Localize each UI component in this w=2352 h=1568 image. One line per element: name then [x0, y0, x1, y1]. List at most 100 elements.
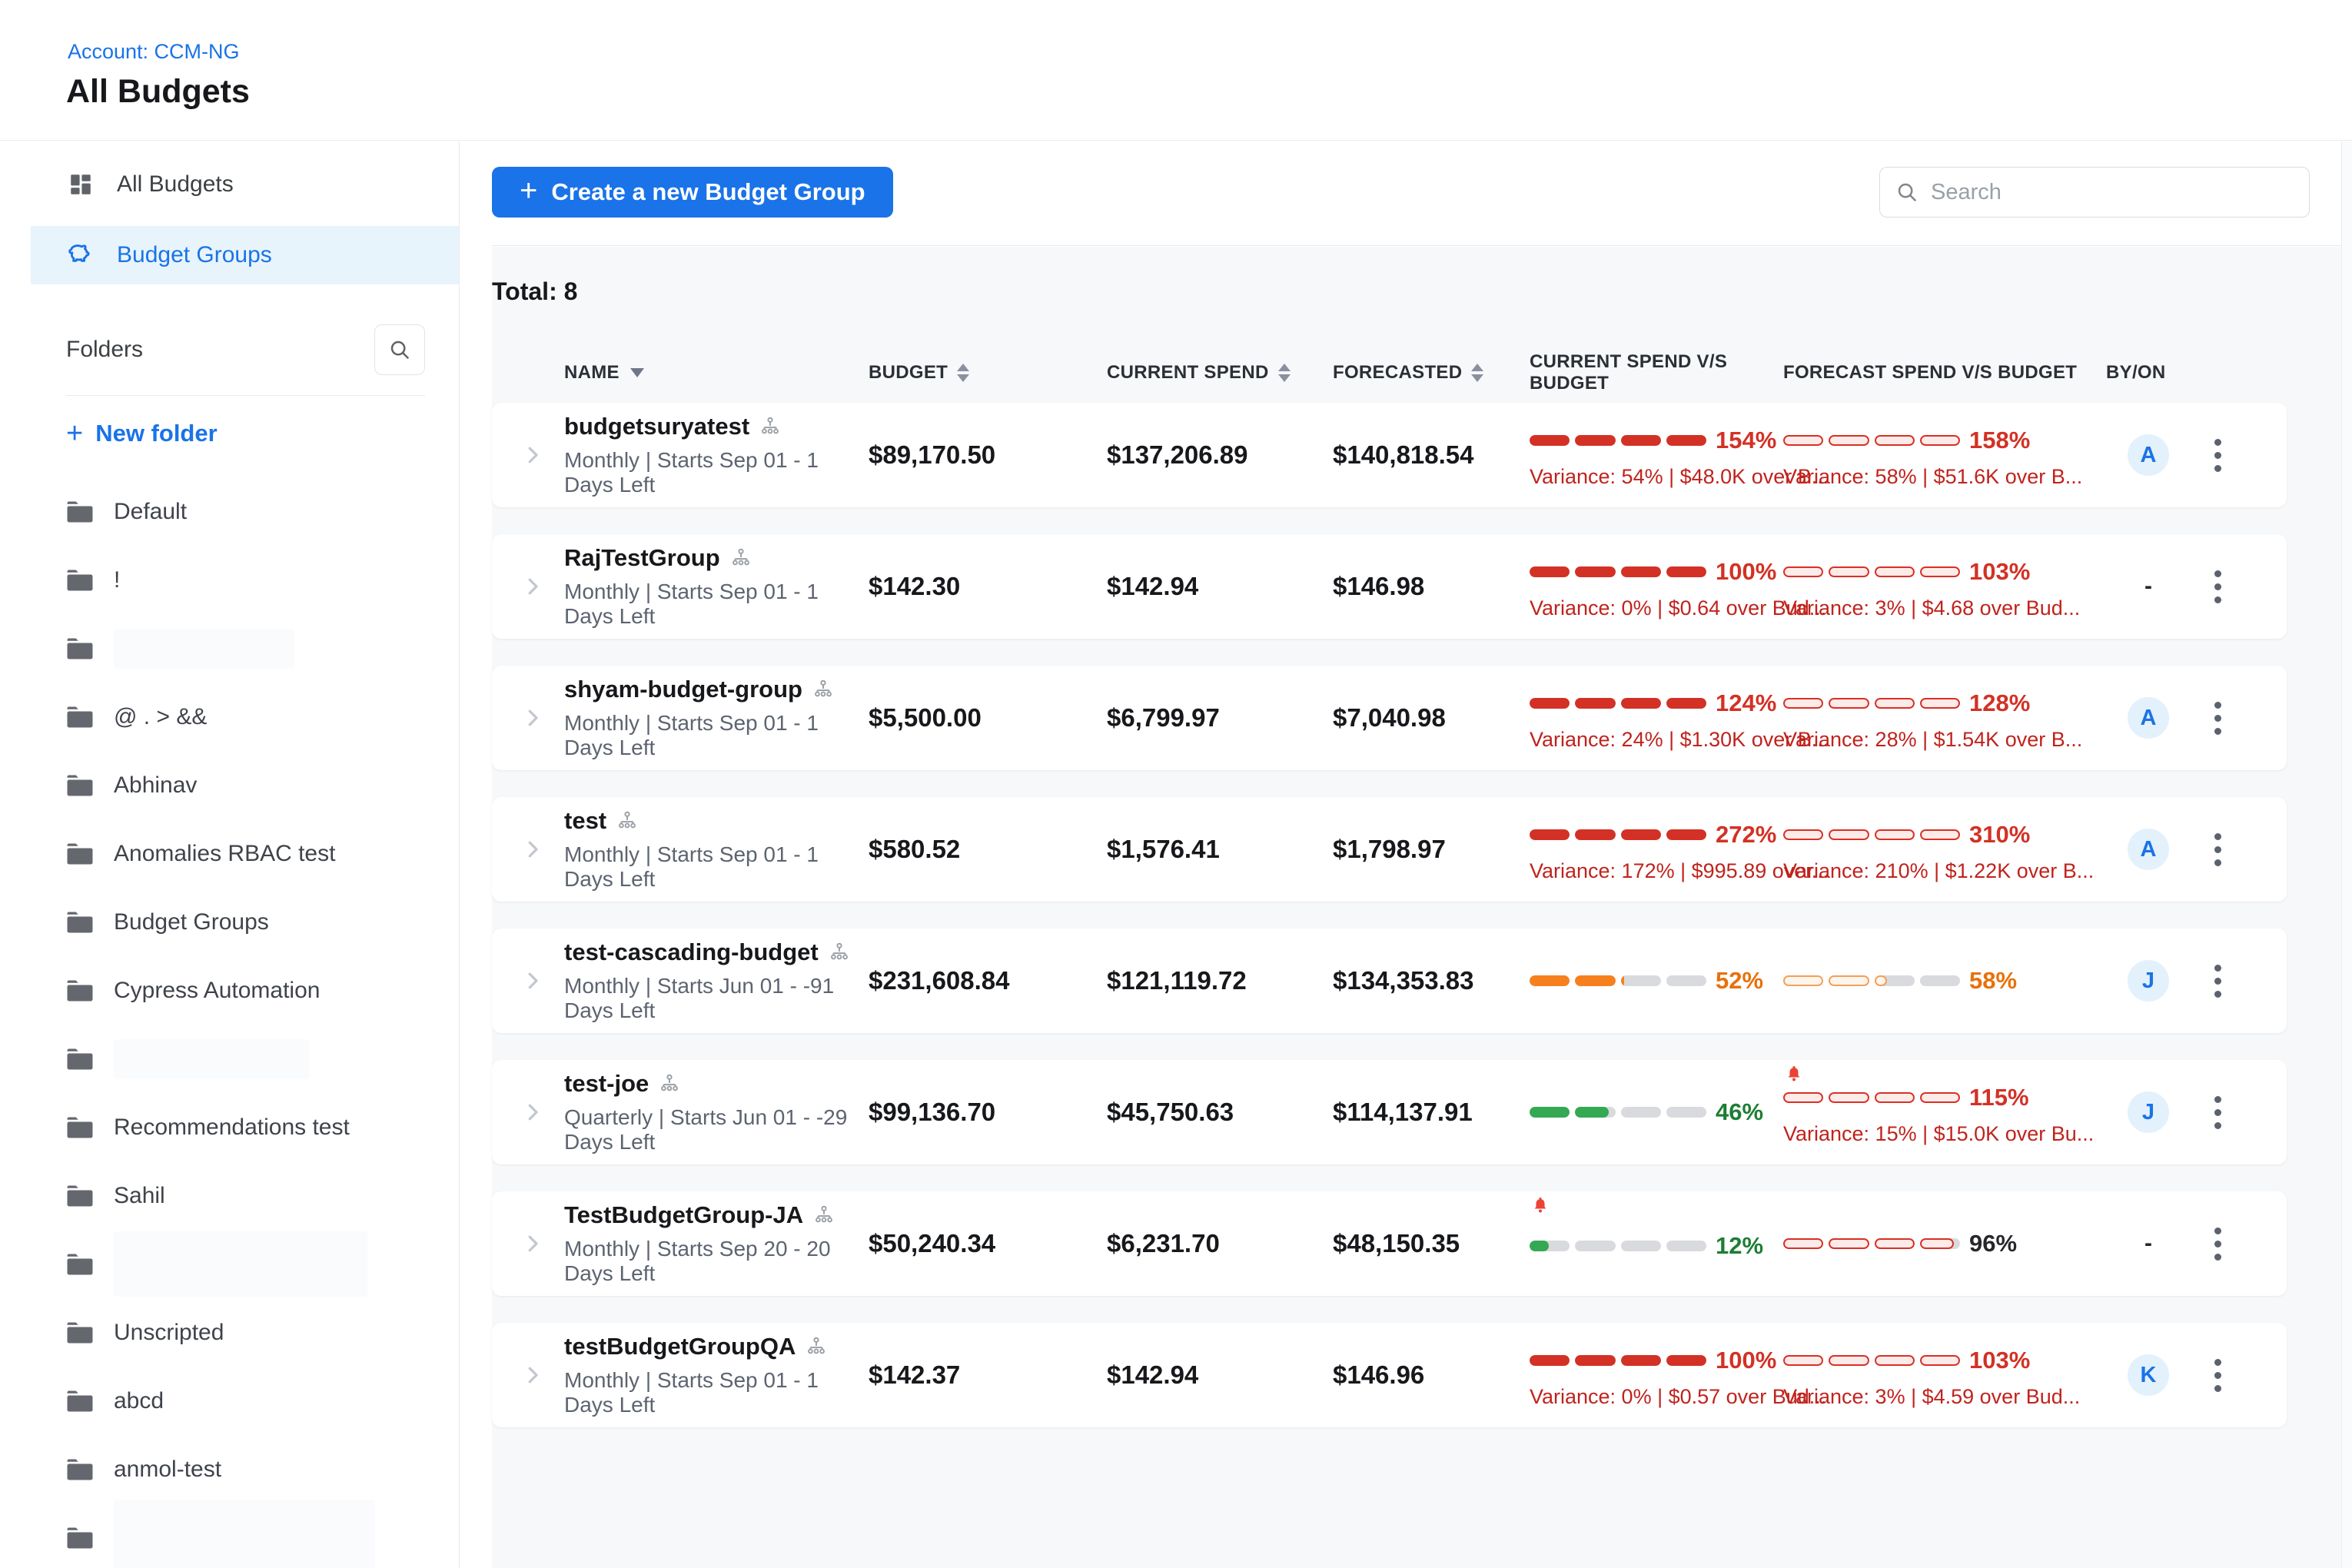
- new-folder-button[interactable]: + New folder: [66, 419, 459, 448]
- folder-item[interactable]: Sahil: [31, 1161, 459, 1230]
- row-expand-chevron[interactable]: [503, 929, 546, 1033]
- owner-avatar[interactable]: J: [2128, 1091, 2169, 1133]
- budget-group-name[interactable]: test: [564, 807, 606, 835]
- owner-avatar[interactable]: A: [2128, 829, 2169, 870]
- total-count: Total: 8: [492, 277, 2352, 306]
- forecast-variance-text: Variance: 58% | $51.6K over B...: [1783, 465, 2082, 489]
- account-breadcrumb-link[interactable]: Account: CCM-NG: [68, 40, 240, 64]
- budget-group-name[interactable]: testBudgetGroupQA: [564, 1333, 796, 1360]
- current-vs-budget-cell: 100%Variance: 0% | $0.64 over Bud...: [1530, 534, 1783, 639]
- budget-value: $231,608.84: [869, 929, 1084, 1033]
- folder-icon: [66, 500, 94, 523]
- folder-item[interactable]: [31, 614, 459, 683]
- row-expand-chevron[interactable]: [503, 403, 546, 507]
- folder-search-button[interactable]: [374, 324, 425, 375]
- budget-group-row: testBudgetGroupQA Monthly | Starts Sep 0…: [492, 1323, 2287, 1427]
- folder-item[interactable]: Anomalies RBAC test: [31, 819, 459, 888]
- forecast-percentage: 96%: [1969, 1230, 2017, 1257]
- current-percentage: 100%: [1716, 558, 1776, 586]
- folder-item[interactable]: [31, 1025, 459, 1093]
- progress-bar: [1783, 829, 1960, 840]
- row-expand-chevron[interactable]: [503, 1323, 546, 1427]
- column-header-name[interactable]: NAME: [546, 362, 869, 384]
- name-cell: test Monthly | Starts Sep 01 - 1 Days Le…: [546, 797, 869, 902]
- current-percentage: 12%: [1716, 1232, 1763, 1260]
- forecast-percentage: 103%: [1969, 558, 2030, 586]
- folder-name: anmol-test: [114, 1457, 221, 1483]
- row-expand-chevron[interactable]: [503, 534, 546, 639]
- budget-value: $142.30: [869, 534, 1084, 639]
- row-expand-chevron[interactable]: [503, 1191, 546, 1296]
- kebab-menu-icon[interactable]: [2207, 431, 2229, 480]
- sidebar-item-all-budgets[interactable]: All Budgets: [31, 160, 459, 209]
- row-expand-chevron[interactable]: [503, 797, 546, 902]
- column-header-by-on: BY/ON: [2106, 362, 2191, 384]
- plus-icon: +: [520, 175, 537, 206]
- owner-avatar[interactable]: A: [2128, 434, 2169, 476]
- progress-bar: [1783, 698, 1960, 709]
- folder-item[interactable]: [31, 1503, 459, 1568]
- chevron-right-icon: [521, 1101, 544, 1124]
- folder-item[interactable]: !: [31, 546, 459, 614]
- budget-group-name[interactable]: test-joe: [564, 1070, 649, 1098]
- hierarchy-icon: [659, 1074, 679, 1094]
- budget-group-name[interactable]: TestBudgetGroup-JA: [564, 1201, 803, 1229]
- sidebar-item-budget-groups[interactable]: Budget Groups: [31, 226, 459, 284]
- folder-item[interactable]: abcd: [31, 1367, 459, 1435]
- folder-icon: [66, 1390, 94, 1413]
- folder-item[interactable]: Recommendations test: [31, 1093, 459, 1161]
- owner-avatar[interactable]: K: [2128, 1354, 2169, 1396]
- page-header: Account: CCM-NG All Budgets: [0, 0, 2352, 141]
- chevron-right-icon: [521, 1364, 544, 1387]
- kebab-menu-icon[interactable]: [2207, 1220, 2229, 1268]
- row-expand-chevron[interactable]: [503, 666, 546, 770]
- by-on-cell: -: [2106, 1191, 2191, 1296]
- by-on-cell: A: [2106, 666, 2191, 770]
- folder-icon: [66, 1526, 94, 1550]
- folder-icon: [66, 774, 94, 797]
- folder-item[interactable]: Abhinav: [31, 751, 459, 819]
- search-box[interactable]: [1879, 167, 2310, 218]
- vertical-scrollbar[interactable]: [2341, 141, 2352, 1568]
- table-header-row: NAME BUDGET CURRENT SPEND FORECASTED CUR…: [492, 354, 2352, 392]
- folder-item[interactable]: Unscripted: [31, 1298, 459, 1367]
- budget-group-row: RajTestGroup Monthly | Starts Sep 01 - 1…: [492, 534, 2287, 639]
- kebab-menu-icon[interactable]: [2207, 1351, 2229, 1400]
- folders-divider: [66, 395, 425, 396]
- hierarchy-icon: [617, 811, 637, 831]
- search-input[interactable]: [1931, 180, 2294, 205]
- column-header-budget[interactable]: BUDGET: [869, 362, 1084, 384]
- folder-item[interactable]: [31, 1230, 459, 1298]
- owner-avatar[interactable]: A: [2128, 697, 2169, 739]
- kebab-menu-icon[interactable]: [2207, 826, 2229, 874]
- column-header-current-spend[interactable]: CURRENT SPEND: [1084, 362, 1314, 384]
- folder-item[interactable]: @ . > &&: [31, 683, 459, 751]
- kebab-menu-icon[interactable]: [2207, 694, 2229, 742]
- owner-avatar[interactable]: J: [2128, 960, 2169, 1002]
- folder-item[interactable]: Cypress Automation: [31, 956, 459, 1025]
- forecast-vs-budget-cell: 58%: [1783, 929, 2106, 1033]
- budget-group-name[interactable]: shyam-budget-group: [564, 676, 802, 703]
- forecasted-value: $140,818.54: [1314, 403, 1530, 507]
- folder-item[interactable]: Budget Groups: [31, 888, 459, 956]
- kebab-menu-icon[interactable]: [2207, 1088, 2229, 1137]
- kebab-menu-icon[interactable]: [2207, 957, 2229, 1005]
- kebab-menu-icon[interactable]: [2207, 563, 2229, 611]
- folder-name: Anomalies RBAC test: [114, 841, 335, 867]
- name-cell: test-joe Quarterly | Starts Jun 01 - -29…: [546, 1060, 869, 1164]
- search-icon: [1895, 181, 1918, 204]
- current-spend-value: $137,206.89: [1084, 403, 1314, 507]
- alert-bell-icon: [1785, 1065, 1803, 1083]
- budget-group-name[interactable]: budgetsuryatest: [564, 413, 749, 440]
- folder-item[interactable]: Default: [31, 477, 459, 546]
- row-actions-cell: [2191, 929, 2244, 1033]
- row-expand-chevron[interactable]: [503, 1060, 546, 1164]
- row-actions-cell: [2191, 1323, 2244, 1427]
- budget-group-name[interactable]: RajTestGroup: [564, 544, 720, 572]
- column-header-forecasted[interactable]: FORECASTED: [1314, 362, 1530, 384]
- chevron-right-icon: [521, 706, 544, 729]
- create-budget-group-button[interactable]: + Create a new Budget Group: [492, 167, 893, 218]
- folder-item[interactable]: anmol-test: [31, 1435, 459, 1503]
- forecast-vs-budget-cell: 103%Variance: 3% | $4.59 over Bud...: [1783, 1323, 2106, 1427]
- budget-group-name[interactable]: test-cascading-budget: [564, 938, 819, 966]
